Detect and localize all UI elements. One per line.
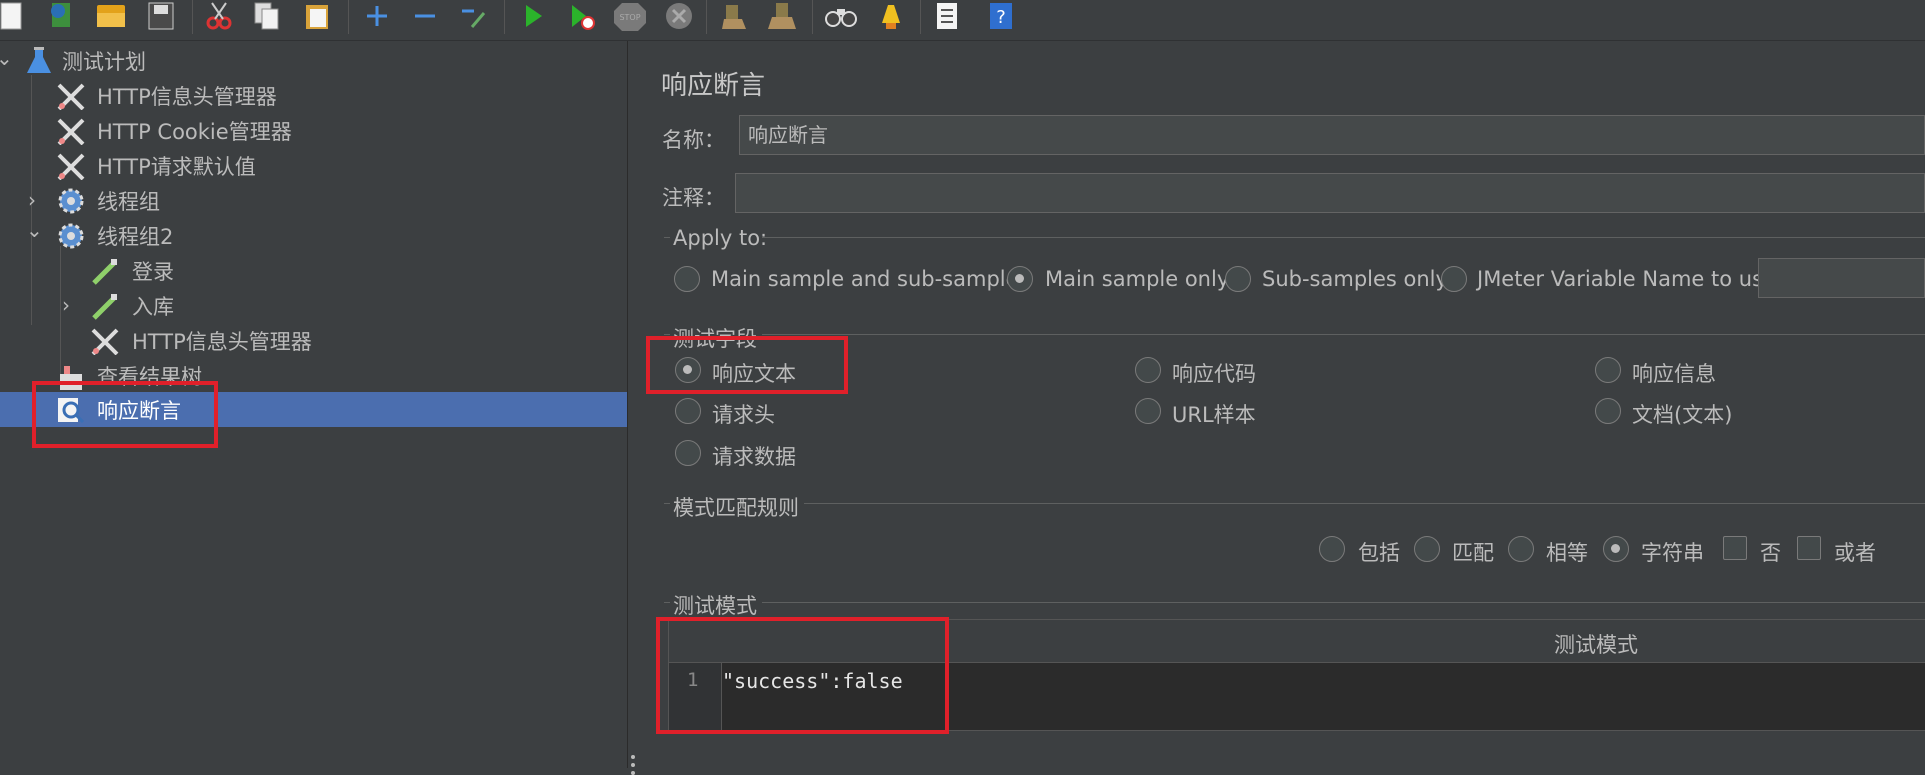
help-icon[interactable]: ? xyxy=(984,0,1018,32)
collapse-icon[interactable] xyxy=(408,0,442,32)
radio-response-message[interactable] xyxy=(1595,357,1621,383)
tree-item-http-cookie-manager[interactable]: HTTP Cookie管理器 xyxy=(0,113,627,148)
tree-item-label: 线程组 xyxy=(97,190,160,214)
page-title: 响应断言 xyxy=(661,71,766,101)
stop-label: STOP xyxy=(619,13,640,22)
highlight-box xyxy=(32,381,218,448)
test-field-option: 请求头 xyxy=(712,403,775,427)
apply-option-label: Main sample only xyxy=(1045,267,1230,291)
pipette-icon xyxy=(92,294,117,320)
checkbox-label: 或者 xyxy=(1834,541,1876,565)
radio-main-and-sub[interactable] xyxy=(674,266,700,292)
radio-matches[interactable] xyxy=(1414,536,1440,562)
tree-item-storage[interactable]: › 入库 xyxy=(0,288,627,323)
tree-item-http-header-manager-2[interactable]: HTTP信息头管理器 xyxy=(0,323,627,358)
toggle-icon[interactable] xyxy=(456,0,490,32)
test-field-option: 文档(文本) xyxy=(1632,403,1733,427)
apply-option-label: JMeter Variable Name to use xyxy=(1477,267,1776,291)
highlight-box xyxy=(656,617,949,734)
svg-text:?: ? xyxy=(996,7,1006,28)
radio-equals[interactable] xyxy=(1508,536,1534,562)
tree-item-login[interactable]: 登录 xyxy=(0,253,627,288)
tree-item-test-plan[interactable]: ⌄ 测试计划 xyxy=(0,43,627,78)
splitter-handle[interactable] xyxy=(627,41,643,775)
tree-item-thread-group-2[interactable]: ⌄ 线程组2 xyxy=(0,218,627,253)
radio-document-text[interactable] xyxy=(1595,398,1621,424)
highlight-box xyxy=(646,336,848,394)
radio-main-only[interactable] xyxy=(1007,266,1033,292)
tree-item-label: HTTP信息头管理器 xyxy=(132,330,312,354)
radio-response-code[interactable] xyxy=(1135,357,1161,383)
gear-icon xyxy=(58,223,84,249)
start-icon[interactable] xyxy=(516,0,550,32)
pattern-rule-label: 匹配 xyxy=(1452,541,1494,565)
pattern-rule-label: 相等 xyxy=(1546,541,1588,565)
tree-item-label: 线程组2 xyxy=(97,225,174,249)
name-label: 名称： xyxy=(662,128,725,152)
expand-icon[interactable] xyxy=(360,0,394,32)
comment-label: 注释： xyxy=(662,186,725,210)
pipette-icon xyxy=(92,259,117,285)
tree-item-http-request-defaults[interactable]: HTTP请求默认值 xyxy=(0,148,627,183)
gear-icon xyxy=(58,188,84,214)
comment-field[interactable] xyxy=(735,173,1925,213)
wrench-icon xyxy=(91,328,119,355)
apply-option-label: Sub-samples only xyxy=(1262,267,1448,291)
flask-icon xyxy=(27,47,51,73)
test-field-option: 响应代码 xyxy=(1172,362,1256,386)
stop-icon[interactable]: STOP xyxy=(612,0,646,32)
test-field-option: 响应信息 xyxy=(1632,362,1716,386)
tree-item-label: HTTP请求默认值 xyxy=(97,155,256,179)
pattern-rule-label: 包括 xyxy=(1358,541,1400,565)
test-field-option: 请求数据 xyxy=(712,445,796,469)
paste-icon[interactable] xyxy=(300,0,334,32)
patterns-legend: 测试模式 xyxy=(673,594,757,618)
tree-item-label: 入库 xyxy=(132,295,174,319)
checkbox-not[interactable] xyxy=(1723,536,1747,560)
copy-icon[interactable] xyxy=(250,0,284,32)
wrench-icon xyxy=(57,153,85,180)
cut-icon[interactable] xyxy=(202,0,236,32)
column-header: 测试模式 xyxy=(1554,633,1638,657)
radio-url-sampled[interactable] xyxy=(1135,398,1161,424)
apply-option-label: Main sample and sub-samples xyxy=(711,267,1030,291)
radio-request-data[interactable] xyxy=(675,440,701,466)
radio-contains[interactable] xyxy=(1319,536,1345,562)
jmeter-variable-input[interactable] xyxy=(1758,258,1925,298)
clear-all-icon[interactable] xyxy=(766,0,800,32)
reset-search-icon[interactable] xyxy=(872,0,906,32)
wrench-icon xyxy=(57,118,85,145)
wrench-icon xyxy=(57,83,85,110)
chevron-right-icon[interactable]: › xyxy=(28,188,36,212)
tree-item-label: 测试计划 xyxy=(62,50,146,74)
tree-item-thread-group[interactable]: › 线程组 xyxy=(0,183,627,218)
function-helper-icon[interactable] xyxy=(930,0,964,32)
tree-item-label: HTTP信息头管理器 xyxy=(97,85,277,109)
tree-item-http-header-manager[interactable]: HTTP信息头管理器 xyxy=(0,78,627,113)
radio-jmeter-variable[interactable] xyxy=(1441,266,1467,292)
chevron-down-icon[interactable]: ⌄ xyxy=(26,218,43,242)
start-no-pause-icon[interactable] xyxy=(564,0,598,32)
radio-sub-only[interactable] xyxy=(1225,266,1251,292)
name-field[interactable]: 响应断言 xyxy=(739,115,1925,155)
clear-icon[interactable] xyxy=(718,0,752,32)
save-icon[interactable] xyxy=(144,0,178,32)
pattern-rules-legend: 模式匹配规则 xyxy=(673,496,799,520)
pattern-rule-label: 字符串 xyxy=(1641,541,1704,565)
new-icon[interactable] xyxy=(0,0,28,32)
checkbox-or[interactable] xyxy=(1797,536,1821,560)
checkbox-label: 否 xyxy=(1760,541,1781,565)
radio-substring[interactable] xyxy=(1603,536,1629,562)
open-icon[interactable] xyxy=(94,0,128,32)
apply-to-legend: Apply to: xyxy=(673,226,768,250)
tree-item-label: 登录 xyxy=(132,260,174,284)
tree-item-label: HTTP Cookie管理器 xyxy=(97,120,292,144)
radio-request-headers[interactable] xyxy=(675,398,701,424)
chevron-right-icon[interactable]: › xyxy=(62,293,70,317)
shutdown-icon[interactable] xyxy=(662,0,696,32)
test-field-option: URL样本 xyxy=(1172,403,1256,427)
search-icon[interactable] xyxy=(824,0,858,32)
templates-icon[interactable] xyxy=(44,0,78,32)
toolbar: STOP ? xyxy=(0,0,1925,41)
